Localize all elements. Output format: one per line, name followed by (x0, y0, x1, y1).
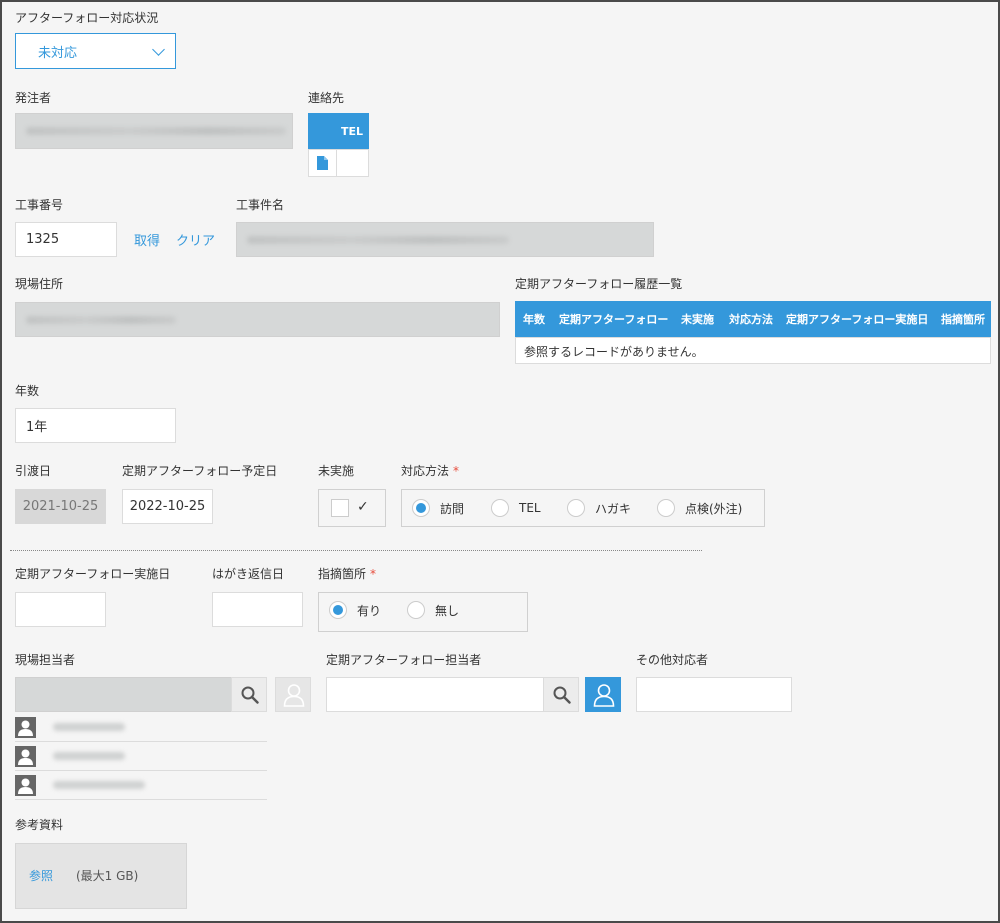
required-mark: * (453, 464, 460, 478)
required-mark: * (370, 567, 377, 581)
postcard-date-label: はがき返信日 (212, 567, 285, 581)
contact-tel-header: TEL (340, 124, 363, 138)
site-staff-user-button[interactable] (275, 677, 311, 712)
radio-icon (491, 499, 509, 517)
handover-label: 引渡日 (15, 464, 52, 478)
radio-selected-icon (329, 601, 347, 619)
years-label: 年数 (15, 384, 40, 398)
history-col-years: 年数 (523, 313, 545, 326)
history-col-done-date: 定期アフターフォロー実施日 (786, 313, 929, 326)
method-option-label: 訪問 (440, 501, 465, 516)
user-avatar-icon (15, 775, 36, 796)
history-label: 定期アフターフォロー履歴一覧 (515, 277, 683, 291)
done-date-input[interactable] (15, 592, 106, 627)
follow-staff-label: 定期アフターフォロー担当者 (326, 653, 482, 667)
other-staff-input[interactable] (636, 677, 792, 712)
issue-option-label: 無し (435, 603, 460, 618)
reference-label: 参考資料 (15, 818, 64, 832)
radio-icon (657, 499, 675, 517)
history-empty-row: 参照するレコードがありません。 (515, 337, 991, 364)
history-col-follow: 定期アフターフォロー (559, 313, 669, 326)
method-option-postcard[interactable]: ハガキ (567, 499, 631, 517)
clear-link[interactable]: クリア (176, 230, 215, 249)
follow-staff-user-button[interactable] (585, 677, 621, 712)
work-name-field (236, 222, 654, 257)
site-address-label: 現場住所 (15, 277, 64, 291)
user-avatar-icon (15, 746, 36, 767)
history-col-method: 対応方法 (729, 313, 773, 326)
get-link[interactable]: 取得 (134, 230, 160, 249)
user-icon (283, 684, 305, 707)
site-staff-label: 現場担当者 (15, 653, 76, 667)
issue-option-yes[interactable]: 有り (329, 601, 381, 619)
issue-option-label: 有り (357, 603, 382, 618)
site-staff-input[interactable] (15, 677, 232, 712)
radio-icon (407, 601, 425, 619)
section-divider (10, 550, 702, 551)
issue-label: 指摘箇所 * (318, 565, 376, 582)
issue-option-no[interactable]: 無し (407, 601, 459, 619)
radio-icon (567, 499, 585, 517)
browse-link[interactable]: 参照 (29, 867, 53, 884)
method-option-tel[interactable]: TEL (491, 499, 541, 517)
planned-label: 定期アフターフォロー予定日 (122, 464, 278, 478)
after-follow-label: アフターフォロー対応状況 (15, 11, 159, 25)
site-staff-user-row (15, 714, 267, 742)
document-icon[interactable] (317, 156, 328, 170)
check-mark: ✓ (357, 499, 369, 515)
planned-input[interactable]: 2022-10-25 (122, 489, 213, 524)
work-name-label: 工事件名 (236, 198, 285, 212)
site-staff-search-button[interactable] (231, 677, 267, 712)
site-staff-user-row (15, 772, 267, 800)
issue-radio-group: 有り 無し (318, 592, 528, 632)
orderer-field (15, 113, 293, 149)
not-done-group: ✓ (318, 489, 386, 527)
form-frame: アフターフォロー対応状況 未対応 発注者 連絡先 TEL 工事番号 1325 取… (0, 0, 1000, 923)
reference-upload-box: 参照 (最大1 GB) (15, 843, 187, 909)
issue-label-text: 指摘箇所 (318, 567, 367, 581)
handover-input: 2021-10-25 (15, 489, 106, 524)
follow-staff-input[interactable] (326, 677, 544, 712)
not-done-label: 未実施 (318, 464, 355, 478)
user-icon (593, 684, 615, 707)
user-avatar-icon (15, 717, 36, 738)
site-address-field (15, 302, 500, 337)
radio-selected-icon (412, 499, 430, 517)
method-radio-group: 訪問 TEL ハガキ 点検(外注) (401, 489, 765, 527)
method-option-inspection[interactable]: 点検(外注) (657, 499, 742, 517)
follow-staff-search-button[interactable] (543, 677, 579, 712)
history-col-not-done: 未実施 (681, 313, 714, 326)
site-staff-user-row (15, 743, 267, 771)
chevron-down-icon (152, 43, 165, 56)
orderer-label: 発注者 (15, 91, 52, 105)
contact-table-header: TEL (308, 113, 369, 149)
after-follow-dropdown[interactable]: 未対応 (15, 33, 176, 69)
history-empty-text: 参照するレコードがありません。 (524, 345, 704, 359)
done-date-label: 定期アフターフォロー実施日 (15, 567, 171, 581)
method-option-visit[interactable]: 訪問 (412, 499, 464, 517)
postcard-date-input[interactable] (212, 592, 303, 627)
contact-row (308, 149, 369, 177)
history-col-issue: 指摘箇所 (941, 313, 985, 326)
method-option-label: ハガキ (595, 501, 632, 516)
contact-label: 連絡先 (308, 91, 345, 105)
method-option-label: 点検(外注) (685, 501, 743, 516)
max-size-text: (最大1 GB) (76, 869, 139, 883)
work-no-label: 工事番号 (15, 198, 64, 212)
search-icon (553, 686, 571, 704)
search-icon (241, 686, 259, 704)
work-no-input[interactable]: 1325 (15, 222, 117, 257)
method-label: 対応方法 * (401, 462, 459, 479)
not-done-checkbox[interactable] (331, 499, 349, 517)
other-staff-label: その他対応者 (636, 653, 709, 667)
after-follow-value: 未対応 (38, 45, 78, 61)
method-label-text: 対応方法 (401, 464, 450, 478)
method-option-label: TEL (519, 501, 541, 515)
years-input[interactable]: 1年 (15, 408, 176, 443)
history-table-header: 年数 定期アフターフォロー 未実施 対応方法 定期アフターフォロー実施日 指摘箇… (515, 301, 991, 337)
